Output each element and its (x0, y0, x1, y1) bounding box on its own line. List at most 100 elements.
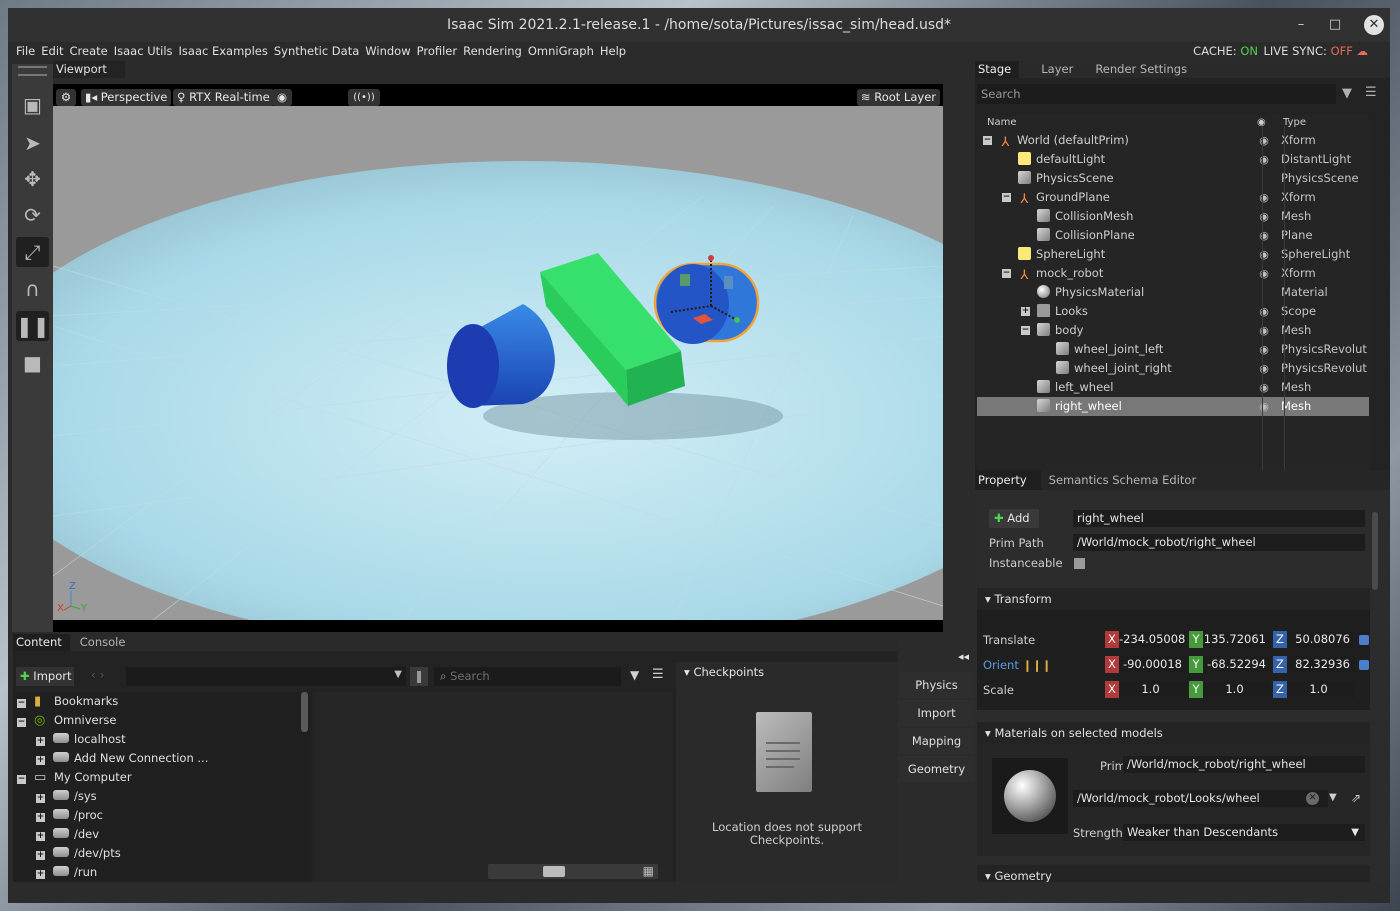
visibility-eye-icon[interactable]: ◉ (1256, 264, 1272, 283)
stage-row[interactable]: PhysicsScene PhysicsScene (977, 169, 1369, 188)
menu-help[interactable]: Help (594, 42, 626, 60)
tree-scrollbar[interactable] (301, 692, 308, 732)
stage-row[interactable]: + Looks ◉ Scope (977, 302, 1369, 321)
visibility-eye-icon[interactable]: ◉ (1256, 359, 1272, 378)
collapse-sidebar-icon[interactable]: ◂◂ (958, 650, 969, 663)
orient-y-field[interactable]: -68.52294 (1203, 656, 1271, 673)
transform-section-header[interactable]: ▾ Transform (977, 588, 1370, 610)
select-mode-icon[interactable]: ▣ (16, 90, 49, 120)
slider-handle[interactable] (543, 866, 565, 877)
menu-rendering[interactable]: Rendering (457, 42, 522, 60)
content-tree-item[interactable]: + /run (36, 863, 97, 882)
expand-icon[interactable]: + (36, 794, 45, 803)
stage-row[interactable]: wheel_joint_left ◉ PhysicsRevolute.. (977, 340, 1369, 359)
collapse-icon[interactable]: − (1021, 326, 1030, 335)
expand-icon[interactable]: + (36, 832, 45, 841)
sidebar-geometry-button[interactable]: Geometry (898, 756, 975, 782)
close-button[interactable]: ✕ (1364, 15, 1384, 35)
snap-magnet-icon[interactable]: ∩ (16, 274, 49, 304)
orient-label[interactable]: Orient ❙❙❙ (983, 658, 1051, 672)
menu-window[interactable]: Window (359, 42, 410, 60)
prim-path-field[interactable]: /World/mock_robot/right_wheel (1073, 534, 1365, 551)
tab-property[interactable]: Property (975, 470, 1041, 490)
thumbnail-size-slider[interactable]: ▦ (488, 864, 658, 879)
scene-render[interactable]: Z X Y (53, 106, 943, 620)
visibility-eye-icon[interactable]: ◉ (1256, 378, 1272, 397)
file-browser-area[interactable]: ▦ (313, 692, 673, 882)
stage-row[interactable]: PhysicsMaterial Material (977, 283, 1369, 302)
gear-icon[interactable]: ⚙ (56, 89, 76, 106)
expand-icon[interactable]: + (36, 813, 45, 822)
visibility-eye-icon[interactable]: ◉ (1256, 207, 1272, 226)
menu-create[interactable]: Create (64, 42, 108, 60)
tab-render-settings[interactable]: Render Settings (1081, 61, 1195, 78)
bookmark-icon[interactable]: ❚ (410, 667, 428, 686)
stage-row[interactable]: defaultLight ◉ DistantLight (977, 150, 1369, 169)
expand-icon[interactable]: + (36, 851, 45, 860)
scale-z-field[interactable]: 1.0 (1287, 681, 1355, 698)
visibility-eye-icon[interactable]: ◉ (1256, 321, 1272, 340)
expand-icon[interactable]: + (1021, 307, 1030, 316)
tab-layer[interactable]: Layer (1019, 61, 1081, 78)
back-arrow-icon[interactable]: ‹ › (91, 668, 104, 682)
tab-console[interactable]: Console (70, 634, 134, 651)
viewport[interactable]: ⚙ ▮◂ Perspective ♀ RTX Real-time ◉ ((•))… (53, 84, 943, 632)
property-scrollbar[interactable] (1372, 512, 1378, 590)
content-tree-item[interactable]: − ◎ Omniverse (17, 711, 116, 730)
menu-isaac-examples[interactable]: Isaac Examples (173, 42, 268, 60)
content-tree-item[interactable]: + /dev (36, 825, 99, 844)
sidebar-physics-button[interactable]: Physics (898, 672, 975, 698)
visibility-eye-icon[interactable]: ◉ (1256, 340, 1272, 359)
material-prim-field[interactable]: /World/mock_robot/right_wheel (1123, 756, 1365, 773)
scale-y-field[interactable]: 1.0 (1203, 681, 1271, 698)
stage-row[interactable]: right_wheel ◉ Mesh (977, 397, 1369, 416)
translate-keyframe-icon[interactable] (1359, 635, 1369, 645)
collapse-icon[interactable]: − (17, 775, 26, 784)
orient-z-field[interactable]: 82.32936 (1287, 656, 1355, 673)
translate-x-field[interactable]: -234.05008 (1119, 631, 1187, 648)
renderer-menu[interactable]: ♀ RTX Real-time (173, 89, 274, 106)
stage-row[interactable]: CollisionMesh ◉ Mesh (977, 207, 1369, 226)
open-material-icon[interactable]: ⇗ (1351, 791, 1361, 805)
content-tree-item[interactable]: + /proc (36, 806, 103, 825)
tab-viewport[interactable]: Viewport (53, 61, 125, 78)
stage-row[interactable]: − ⅄ mock_robot ◉ Xform (977, 264, 1369, 283)
instanceable-checkbox[interactable] (1074, 558, 1085, 569)
visibility-eye-icon[interactable]: ◉ (1256, 245, 1272, 264)
strength-select[interactable]: Weaker than Descendants ▼ (1123, 824, 1365, 841)
sidebar-mapping-button[interactable]: Mapping (898, 728, 975, 754)
rotate-tool-icon[interactable]: ⟳ (16, 200, 49, 230)
visibility-eye-icon[interactable]: ◉ (1256, 302, 1272, 321)
visibility-eye-icon[interactable]: ◉ (1256, 397, 1272, 416)
maximize-button[interactable]: □ (1320, 8, 1350, 42)
content-tree-item[interactable]: + localhost (36, 730, 126, 749)
import-button[interactable]: ✚ Import (16, 667, 74, 686)
collapse-icon[interactable]: − (17, 699, 26, 708)
stage-row[interactable]: CollisionPlane ◉ Plane (977, 226, 1369, 245)
stage-row[interactable]: − ⅄ GroundPlane ◉ Xform (977, 188, 1369, 207)
prim-name-field[interactable]: right_wheel (1073, 510, 1365, 527)
camera-menu[interactable]: ▮◂ Perspective (81, 89, 172, 106)
translate-z-field[interactable]: 50.08076 (1287, 631, 1355, 648)
filter-icon[interactable]: ▼ (1342, 86, 1352, 101)
stop-icon[interactable]: ■ (16, 348, 49, 378)
scale-x-field[interactable]: 1.0 (1119, 681, 1187, 698)
root-layer-menu[interactable]: ≋ Root Layer (856, 89, 940, 106)
menu-profiler[interactable]: Profiler (411, 42, 458, 60)
checkpoints-header-row[interactable]: ▾ Checkpoints (684, 665, 764, 679)
content-search-input[interactable]: ⌕ Search (434, 667, 621, 686)
expand-icon[interactable]: + (36, 756, 45, 765)
visibility-eye-icon[interactable]: ◉ (1256, 188, 1272, 207)
clear-icon[interactable]: ✕ (1306, 792, 1319, 805)
sidebar-import-button[interactable]: Import (898, 700, 975, 726)
stage-row[interactable]: − ⅄ World (defaultPrim) ◉ Xform (977, 131, 1369, 150)
content-tree-item[interactable]: + /dev/pts (36, 844, 121, 863)
title-bar[interactable]: Isaac Sim 2021.2.1-release.1 - /home/sot… (8, 8, 1390, 42)
select-arrow-icon[interactable]: ➤ (16, 128, 49, 158)
move-tool-icon[interactable]: ✥ (16, 164, 49, 194)
expand-icon[interactable]: + (36, 870, 45, 879)
orient-x-field[interactable]: -90.00018 (1119, 656, 1187, 673)
dropdown-arrow-icon[interactable]: ▼ (1329, 792, 1337, 803)
content-tree-item[interactable]: − ▭ My Computer (17, 768, 132, 787)
add-button[interactable]: ✚ Add (989, 509, 1039, 528)
